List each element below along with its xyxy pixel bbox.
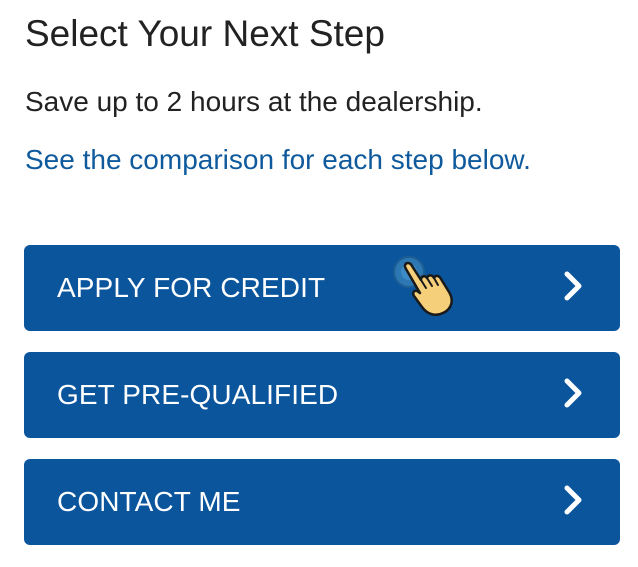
chevron-right-icon xyxy=(564,378,582,408)
get-pre-qualified-button[interactable]: GET PRE-QUALIFIED xyxy=(24,352,620,438)
contact-me-button[interactable]: CONTACT ME xyxy=(24,459,620,545)
get-pre-qualified-label: GET PRE-QUALIFIED xyxy=(57,379,339,410)
contact-me-label: CONTACT ME xyxy=(57,486,241,517)
apply-for-credit-button[interactable]: APPLY FOR CREDIT xyxy=(24,245,620,331)
chevron-right-icon xyxy=(564,271,582,301)
chevron-right-icon xyxy=(564,485,582,515)
page-title: Select Your Next Step xyxy=(25,13,385,54)
comparison-link[interactable]: See the comparison for each step below. xyxy=(25,142,531,178)
apply-for-credit-label: APPLY FOR CREDIT xyxy=(57,272,326,303)
page-subtitle: Save up to 2 hours at the dealership. xyxy=(25,86,483,117)
